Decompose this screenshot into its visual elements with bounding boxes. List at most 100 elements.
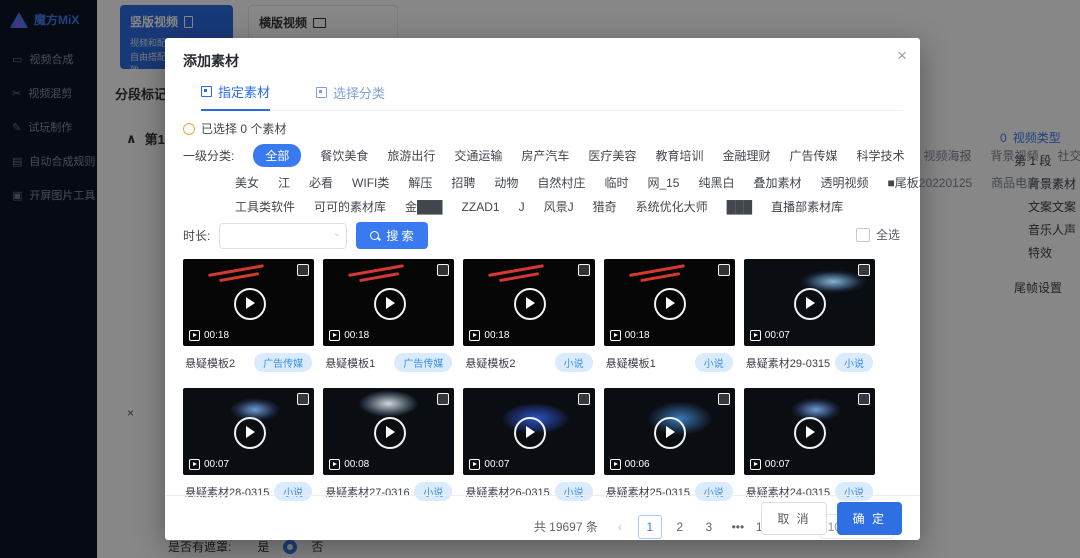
play-square-icon [329,330,340,341]
category-item[interactable]: 广告传媒 [789,147,837,164]
material-card[interactable]: 00:07悬疑素材29-0315小说 [744,259,875,372]
card-label-row: 悬疑模板2广告传媒 [183,346,314,372]
search-button[interactable]: 搜 索 [356,222,427,249]
category-item[interactable]: ███ [727,200,753,214]
play-icon[interactable] [234,417,266,449]
card-checkbox[interactable] [718,393,730,405]
video-thumbnail[interactable]: 00:06 [604,388,735,475]
duration-text: 00:06 [625,459,650,470]
video-thumbnail[interactable]: 00:07 [183,388,314,475]
duration-text: 00:18 [344,330,369,341]
category-item[interactable]: 临时 [604,174,628,191]
play-icon[interactable] [654,417,686,449]
cancel-button[interactable]: 取 消 [761,502,826,535]
play-icon[interactable] [374,417,406,449]
category-item[interactable]: WIFI类 [352,174,389,191]
video-thumbnail[interactable]: 00:08 [323,388,454,475]
category-item[interactable]: 自然村庄 [537,174,585,191]
play-icon[interactable] [514,288,546,320]
category-item[interactable]: 旅游出行 [387,147,435,164]
category-item[interactable]: 网_15 [647,174,679,191]
category-item[interactable]: 交通运输 [454,147,502,164]
category-item[interactable]: J [519,200,525,214]
category-item[interactable]: 纯黑白 [698,174,734,191]
category-item[interactable]: 教育培训 [655,147,703,164]
card-checkbox[interactable] [578,393,590,405]
material-name: 悬疑模板2 [185,355,235,371]
video-thumbnail[interactable]: 00:18 [183,259,314,346]
category-item[interactable]: 动物 [494,174,518,191]
duration-input[interactable] [219,223,347,249]
category-item[interactable]: 工具类软件 [235,198,295,215]
category-item[interactable]: 视频海报 [924,147,972,164]
category-item[interactable]: 可可的素材库 [314,198,386,215]
tab-specify-material[interactable]: 指定素材 [201,82,270,111]
category-item[interactable]: ZZAD1 [462,200,500,214]
category-item[interactable]: 解压 [408,174,432,191]
play-square-icon [189,459,200,470]
card-checkbox[interactable] [718,264,730,276]
material-card[interactable]: 00:06悬疑素材25-0315小说 [604,388,735,501]
material-card[interactable]: 00:07悬疑素材24-0315小说 [744,388,875,501]
category-item[interactable]: 房产汽车 [521,147,569,164]
category-item[interactable]: 直播部素材库 [771,198,843,215]
category-item[interactable]: 必看 [309,174,333,191]
select-all-checkbox[interactable] [856,228,870,242]
video-thumbnail[interactable]: 00:18 [323,259,454,346]
category-item[interactable]: 透明视频 [821,174,869,191]
category-item[interactable]: 叠加素材 [754,174,802,191]
confirm-button[interactable]: 确 定 [837,502,902,535]
card-checkbox[interactable] [437,393,449,405]
category-item[interactable]: 科学技术 [856,147,904,164]
play-icon[interactable] [514,417,546,449]
card-checkbox[interactable] [297,264,309,276]
category-item[interactable]: ■尾板20220125 [888,174,973,191]
select-all-control[interactable]: 全选 [856,226,900,243]
play-icon[interactable] [234,288,266,320]
duration-badge: 00:07 [469,459,509,470]
category-item[interactable]: 江 [278,174,290,191]
category-item[interactable]: 招聘 [451,174,475,191]
material-card[interactable]: 00:18悬疑模板1小说 [604,259,735,372]
material-card[interactable]: 00:18悬疑模板1广告传媒 [323,259,454,372]
category-item[interactable]: 系统优化大师 [636,198,708,215]
modal-title: 添加素材 [183,51,902,71]
material-card[interactable]: 00:08悬疑素材27-0316小说 [323,388,454,501]
category-item[interactable]: 商品电商 [991,174,1039,191]
category-item[interactable]: 金融理财 [722,147,770,164]
play-square-icon [329,459,340,470]
category-item[interactable]: 社交 [1058,147,1080,164]
category-item[interactable]: 猎奇 [593,198,617,215]
play-icon[interactable] [374,288,406,320]
category-item[interactable]: 风景J [544,198,574,215]
material-card[interactable]: 00:18悬疑模板2广告传媒 [183,259,314,372]
tab-choose-category[interactable]: 选择分类 [316,82,385,110]
play-icon[interactable] [794,288,826,320]
category-pill-all[interactable]: 全部 [253,144,301,167]
video-thumbnail[interactable]: 00:07 [463,388,594,475]
category-item[interactable]: 金███ [405,198,443,215]
material-card[interactable]: 00:07悬疑素材26-0315小说 [463,388,594,501]
video-thumbnail[interactable]: 00:07 [744,388,875,475]
play-icon[interactable] [654,288,686,320]
video-thumbnail[interactable]: 00:07 [744,259,875,346]
material-card[interactable]: 00:18悬疑模板2小说 [463,259,594,372]
material-card[interactable]: 00:07悬疑素材28-0315小说 [183,388,314,501]
card-checkbox[interactable] [437,264,449,276]
info-circle-icon [183,123,195,135]
category-badge: 广告传媒 [394,353,452,372]
close-icon[interactable]: × [897,47,907,64]
card-checkbox[interactable] [858,264,870,276]
duration-text: 00:07 [765,459,790,470]
card-checkbox[interactable] [858,393,870,405]
category-item[interactable]: 医疗美容 [588,147,636,164]
category-item[interactable]: 餐饮美食 [320,147,368,164]
card-label-row: 悬疑素材29-0315小说 [744,346,875,372]
category-item[interactable]: 背景视频 [991,147,1039,164]
card-checkbox[interactable] [297,393,309,405]
play-icon[interactable] [794,417,826,449]
card-checkbox[interactable] [578,264,590,276]
video-thumbnail[interactable]: 00:18 [463,259,594,346]
category-item[interactable]: 美女 [235,174,259,191]
video-thumbnail[interactable]: 00:18 [604,259,735,346]
